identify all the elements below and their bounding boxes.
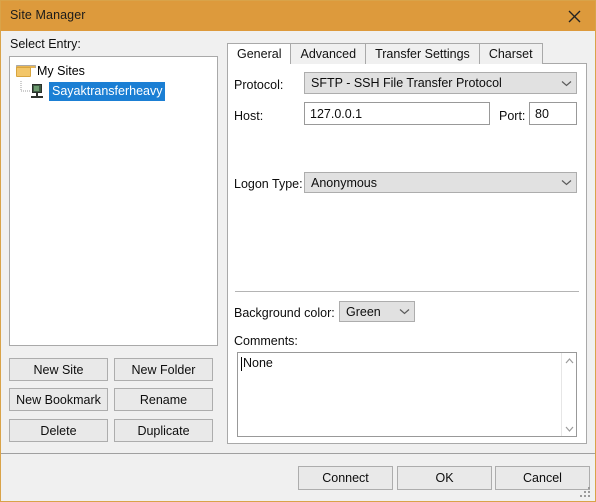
server-icon <box>30 83 44 99</box>
port-label: Port: <box>499 109 526 123</box>
title-bar: Site Manager <box>1 1 595 31</box>
ok-button[interactable]: OK <box>397 466 492 490</box>
comments-textarea[interactable]: None <box>237 352 577 437</box>
port-input[interactable]: 80 <box>529 102 577 125</box>
delete-button[interactable]: Delete <box>9 419 108 442</box>
tab-charset[interactable]: Charset <box>478 43 543 64</box>
host-label: Host: <box>234 109 264 123</box>
comments-label: Comments: <box>234 334 298 348</box>
section-divider <box>235 291 579 292</box>
new-folder-button[interactable]: New Folder <box>114 358 213 381</box>
host-input[interactable]: 127.0.0.1 <box>304 102 490 125</box>
comments-scrollbar[interactable] <box>561 353 576 436</box>
text-caret <box>241 357 242 371</box>
window-title: Site Manager <box>10 8 86 22</box>
background-color-select[interactable]: Green <box>339 301 415 322</box>
tab-general[interactable]: General <box>227 43 292 64</box>
tab-advanced[interactable]: Advanced <box>290 43 367 64</box>
active-tab-seam <box>228 62 277 64</box>
duplicate-button[interactable]: Duplicate <box>114 419 213 442</box>
close-icon[interactable] <box>551 1 595 31</box>
rename-button[interactable]: Rename <box>114 388 213 411</box>
comments-value: None <box>243 356 273 370</box>
logon-type-value: Anonymous <box>311 175 378 190</box>
protocol-label: Protocol: <box>234 78 284 92</box>
logon-type-select[interactable]: Anonymous <box>304 172 577 193</box>
protocol-select[interactable]: SFTP - SSH File Transfer Protocol <box>304 72 577 94</box>
logon-type-label: Logon Type: <box>234 177 303 191</box>
new-site-button[interactable]: New Site <box>9 358 108 381</box>
chevron-down-icon <box>394 308 414 315</box>
resize-grip[interactable] <box>580 487 591 498</box>
tree-node-label: My Sites <box>37 64 85 78</box>
background-color-value: Green <box>346 304 381 319</box>
tree-node-label: Sayaktransferheavy <box>49 81 166 101</box>
site-tree[interactable]: My Sites Sayaktransferheavy <box>9 56 218 346</box>
cancel-button[interactable]: Cancel <box>495 466 590 490</box>
scroll-up-icon[interactable] <box>562 353 576 368</box>
protocol-value: SFTP - SSH File Transfer Protocol <box>311 76 502 90</box>
chevron-down-icon <box>556 80 576 87</box>
site-manager-dialog: Site Manager Select Entry: My Sites Saya <box>0 0 596 502</box>
tab-transfer-settings[interactable]: Transfer Settings <box>365 43 480 64</box>
folder-icon <box>16 64 36 78</box>
tab-strip: General Advanced Transfer Settings Chars… <box>227 42 543 64</box>
chevron-down-icon <box>556 179 576 186</box>
tree-node-my-sites[interactable]: My Sites <box>10 61 217 81</box>
select-entry-label: Select Entry: <box>10 37 81 51</box>
scroll-down-icon[interactable] <box>562 421 576 436</box>
background-color-label: Background color: <box>234 306 335 320</box>
connect-button[interactable]: Connect <box>298 466 393 490</box>
new-bookmark-button[interactable]: New Bookmark <box>9 388 108 411</box>
tree-node-sayaktransferheavy[interactable]: Sayaktransferheavy <box>10 81 217 101</box>
